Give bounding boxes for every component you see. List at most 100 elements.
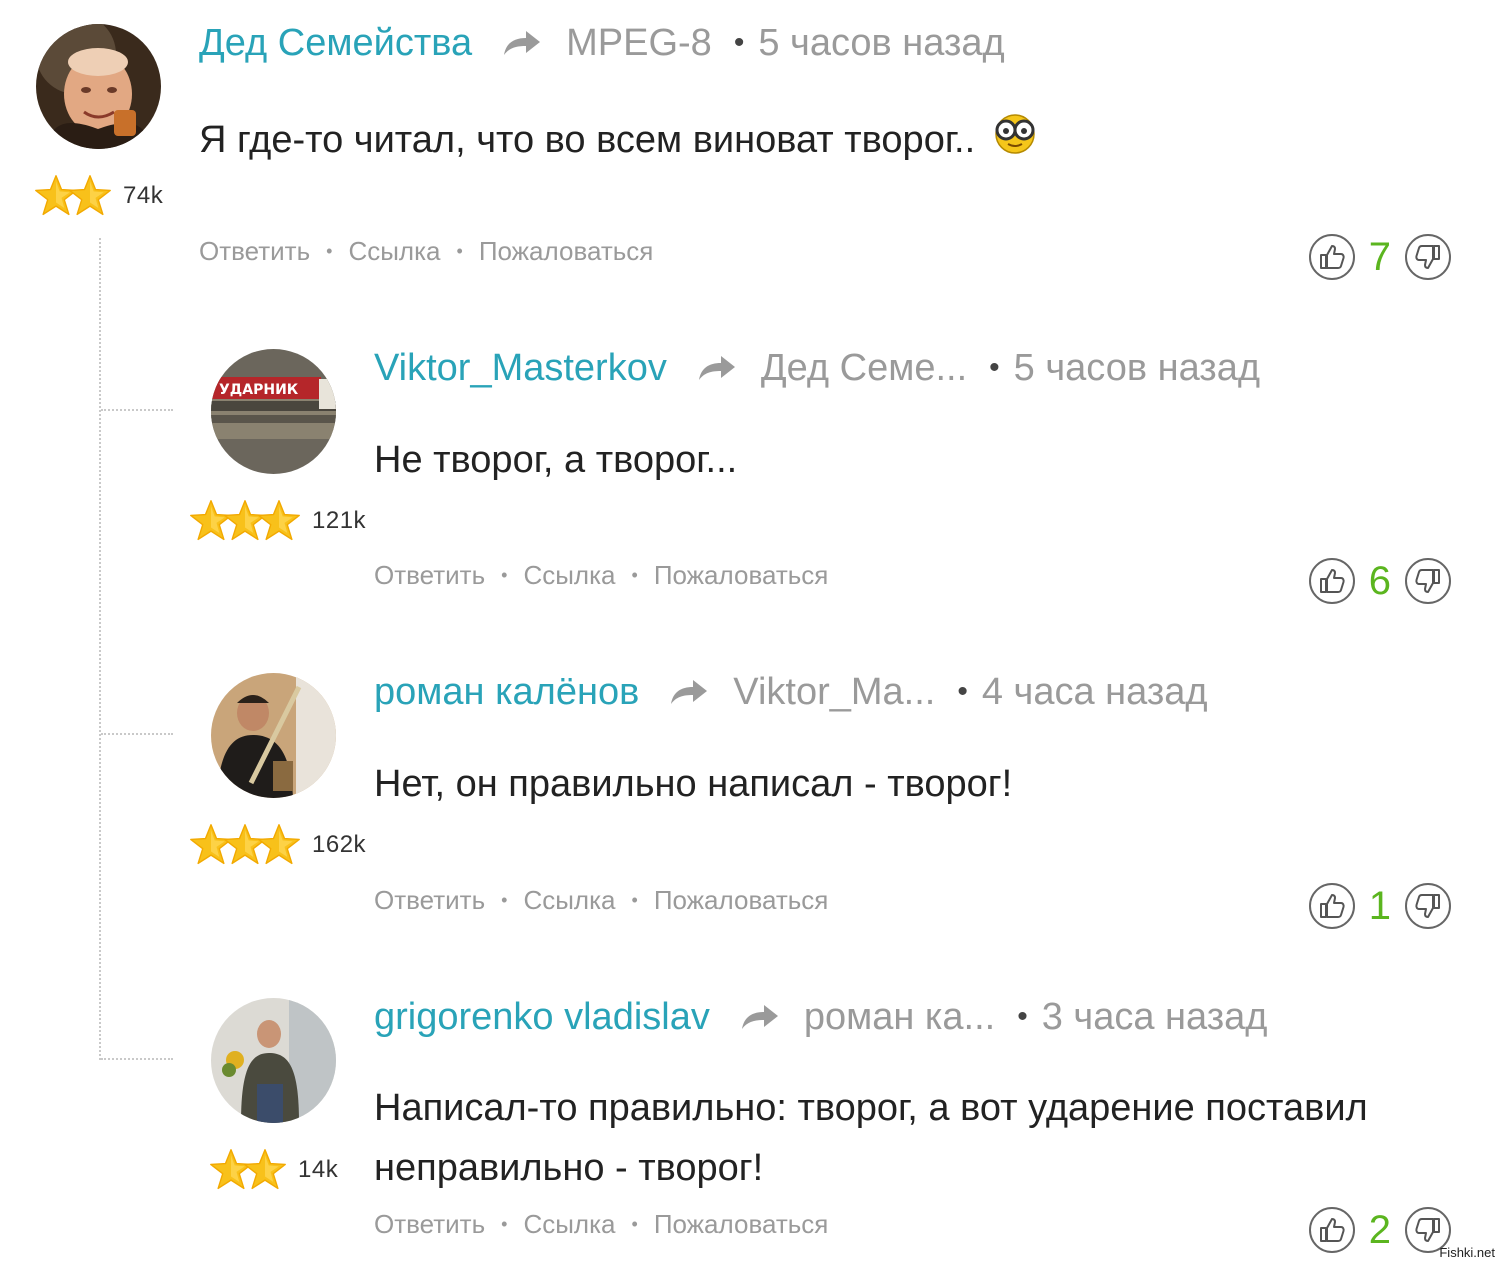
comment-header: Viktor_Masterkov Дед Семе... • 5 часов н… — [374, 345, 1260, 391]
nerd-smiley-icon — [994, 114, 1035, 154]
thumbs-up-icon — [1318, 567, 1346, 595]
separator-dot: • — [957, 675, 968, 708]
thread-branch — [101, 1058, 173, 1060]
reply-to-link[interactable]: Viktor_Ma... — [733, 671, 935, 714]
thumbs-down-icon — [1414, 243, 1442, 271]
comment-header: grigorenko vladislav роман ка... • 3 час… — [374, 994, 1267, 1040]
link-button[interactable]: Ссылка — [523, 560, 615, 591]
timestamp[interactable]: 5 часов назад — [758, 22, 1004, 65]
vote-controls: 1 — [1308, 883, 1451, 929]
thumbs-up-icon — [1318, 892, 1346, 920]
report-button[interactable]: Пожаловаться — [654, 1209, 829, 1240]
user-rating: 121k — [312, 507, 367, 534]
user-rating: 74k — [123, 182, 164, 209]
author-link[interactable]: Дед Семейства — [199, 22, 472, 65]
timestamp[interactable]: 4 часа назад — [982, 671, 1208, 714]
reply-arrow-icon — [740, 1003, 780, 1031]
report-button[interactable]: Пожаловаться — [654, 560, 829, 591]
timestamp[interactable]: 5 часов назад — [1014, 347, 1260, 390]
reply-arrow-icon — [502, 29, 542, 57]
author-link[interactable]: Viktor_Masterkov — [374, 347, 667, 390]
thread-line — [99, 238, 101, 1060]
separator-dot: • — [989, 351, 1000, 384]
separator-dot: • — [631, 890, 638, 910]
avatar-sign: УДАРНИК — [219, 382, 299, 398]
vote-controls: 7 — [1308, 234, 1451, 280]
separator-dot: • — [501, 565, 508, 585]
comment-text: Написал-то правильно: творог, а вот удар… — [374, 1078, 1368, 1198]
rating-stars: 74k — [33, 173, 163, 219]
comment-actions: Ответить • Ссылка • Пожаловаться — [374, 560, 828, 591]
comment-actions: Ответить • Ссылка • Пожаловаться — [374, 885, 828, 916]
downvote-button[interactable] — [1405, 883, 1451, 929]
thumbs-down-icon — [1414, 1216, 1442, 1244]
avatar[interactable] — [211, 998, 336, 1123]
reply-arrow-icon — [669, 678, 709, 706]
separator-dot: • — [456, 241, 463, 261]
thumbs-down-icon — [1414, 567, 1442, 595]
downvote-button[interactable] — [1405, 234, 1451, 280]
user-rating: 162k — [312, 831, 367, 858]
star-icon — [67, 173, 113, 219]
separator-dot: • — [631, 1214, 638, 1234]
comment-text: Не творог, а творог... — [374, 439, 738, 481]
thumbs-down-icon — [1414, 892, 1442, 920]
vote-controls: 2 — [1308, 1207, 1451, 1253]
upvote-button[interactable] — [1308, 1207, 1355, 1253]
comment-actions: Ответить • Ссылка • Пожаловаться — [374, 1209, 828, 1240]
link-button[interactable]: Ссылка — [523, 885, 615, 916]
reply-button[interactable]: Ответить — [374, 885, 485, 916]
link-button[interactable]: Ссылка — [348, 236, 440, 267]
user-rating: 14k — [298, 1156, 339, 1183]
reply-to-link[interactable]: MPEG-8 — [566, 22, 712, 65]
separator-dot: • — [326, 241, 333, 261]
separator-dot: • — [501, 1214, 508, 1234]
rating-stars: 121k — [188, 498, 366, 544]
report-button[interactable]: Пожаловаться — [654, 885, 829, 916]
thumbs-up-icon — [1318, 1216, 1346, 1244]
comment-header: роман калёнов Viktor_Ma... • 4 часа наза… — [374, 669, 1208, 715]
vote-controls: 6 — [1308, 558, 1451, 604]
link-button[interactable]: Ссылка — [523, 1209, 615, 1240]
upvote-button[interactable] — [1308, 234, 1355, 280]
vote-score: 6 — [1368, 558, 1391, 603]
thread-branch — [101, 409, 173, 411]
comment-text-content: Я где-то читал, что во всем виноват твор… — [199, 119, 976, 161]
separator-dot: • — [733, 26, 745, 59]
author-link[interactable]: grigorenko vladislav — [374, 996, 710, 1039]
avatar[interactable] — [36, 24, 161, 149]
separator-dot: • — [1017, 1000, 1028, 1033]
reply-button[interactable]: Ответить — [374, 1209, 485, 1240]
avatar[interactable]: УДАРНИК — [211, 349, 336, 474]
separator-dot: • — [501, 890, 508, 910]
reply-to-link[interactable]: роман ка... — [804, 996, 995, 1039]
avatar[interactable] — [211, 673, 336, 798]
vote-score: 2 — [1368, 1207, 1391, 1252]
comment-header: Дед Семейства MPEG-8 • 5 часов назад — [199, 20, 1005, 66]
star-icon — [242, 1147, 288, 1193]
comment-actions: Ответить • Ссылка • Пожаловаться — [199, 236, 653, 267]
separator-dot: • — [631, 565, 638, 585]
comment-text-line: неправильно - творог! — [374, 1147, 764, 1189]
timestamp[interactable]: 3 часа назад — [1042, 996, 1268, 1039]
reply-button[interactable]: Ответить — [374, 560, 485, 591]
vote-score: 7 — [1368, 234, 1391, 279]
star-icon — [256, 822, 302, 868]
reply-button[interactable]: Ответить — [199, 236, 310, 267]
author-link[interactable]: роман калёнов — [374, 671, 639, 714]
star-icon — [256, 498, 302, 544]
thread-branch — [101, 733, 173, 735]
comment-text: Нет, он правильно написал - творог! — [374, 763, 1013, 805]
vote-score: 1 — [1368, 883, 1391, 928]
downvote-button[interactable] — [1405, 558, 1451, 604]
rating-stars: 162k — [188, 822, 366, 868]
reply-to-link[interactable]: Дед Семе... — [761, 347, 967, 390]
thumbs-up-icon — [1318, 243, 1346, 271]
reply-arrow-icon — [697, 354, 737, 382]
comment-text: Я где-то читал, что во всем виноват твор… — [199, 110, 1040, 170]
upvote-button[interactable] — [1308, 883, 1355, 929]
rating-stars: 14k — [208, 1147, 338, 1193]
report-button[interactable]: Пожаловаться — [479, 236, 654, 267]
upvote-button[interactable] — [1308, 558, 1355, 604]
watermark: Fishki.net — [1439, 1245, 1495, 1260]
